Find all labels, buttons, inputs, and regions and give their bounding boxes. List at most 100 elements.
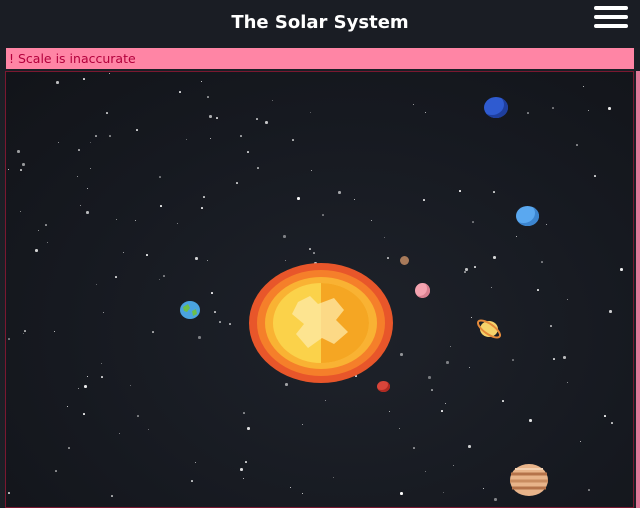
star [68,447,70,449]
hamburger-menu-icon[interactable] [594,6,628,30]
star [159,176,161,178]
star [179,91,181,93]
star [290,487,291,488]
star [240,468,243,471]
app-header: The Solar System [0,0,640,48]
star [541,261,543,263]
star [87,376,88,377]
star [20,211,21,212]
star [502,400,504,402]
star [468,445,471,448]
star [474,266,476,268]
star [201,81,202,82]
star [247,151,249,153]
star [285,260,286,261]
star [493,256,496,259]
star [325,400,326,401]
star [135,220,136,221]
star [472,221,474,223]
star [58,142,59,143]
mars[interactable] [377,381,390,392]
star [38,230,39,231]
star [512,359,514,361]
star [302,493,303,494]
star [77,176,78,177]
star [450,346,451,347]
star [96,284,97,285]
star [302,424,303,425]
star [210,138,211,139]
star [588,110,589,111]
star [400,353,403,356]
star [620,268,623,271]
star [446,361,449,364]
star [604,415,606,417]
star [87,188,88,189]
star [313,252,315,254]
star [198,336,201,339]
star [101,376,103,378]
star [453,465,454,466]
star [256,118,258,120]
star [8,492,10,494]
star [209,115,212,118]
star [55,470,57,472]
star [106,112,108,114]
saturn[interactable] [475,314,503,344]
star [146,254,148,256]
star [111,495,113,497]
star [283,235,286,238]
neptune[interactable] [484,97,508,118]
star [322,214,324,216]
star [428,376,431,379]
star [35,249,38,252]
star [537,289,539,291]
solar-system-canvas [5,71,634,508]
star [17,150,20,153]
star [240,135,242,137]
star [311,170,312,171]
star [191,480,193,482]
star [214,311,216,313]
mercury[interactable] [400,256,409,265]
star [567,382,568,383]
uranus[interactable] [516,206,539,226]
star [23,333,24,334]
star [203,196,205,198]
star [78,149,80,151]
star [130,385,131,386]
star [115,276,117,278]
star [516,236,517,237]
jupiter[interactable] [509,463,549,497]
star [101,363,102,364]
star [123,252,124,253]
star [80,205,81,206]
star [116,219,117,220]
venus[interactable] [415,283,430,298]
star [464,271,466,273]
star [83,78,85,80]
star [84,385,87,388]
star [229,323,231,325]
star [243,412,245,414]
earth[interactable] [179,300,201,320]
star [207,260,208,261]
star [371,220,372,221]
star [211,292,213,294]
page-title: The Solar System [231,12,409,33]
scale-warning-banner: ! Scale is inaccurate [6,48,634,69]
star [109,135,111,137]
sun[interactable] [248,262,394,384]
star [83,413,85,415]
star [219,321,221,323]
star [90,142,91,143]
star [445,403,446,404]
star [354,199,355,200]
star [47,242,48,243]
star [310,112,311,113]
star [103,312,104,313]
star [493,191,495,193]
star [8,169,9,170]
star [186,139,187,140]
star [425,112,426,113]
